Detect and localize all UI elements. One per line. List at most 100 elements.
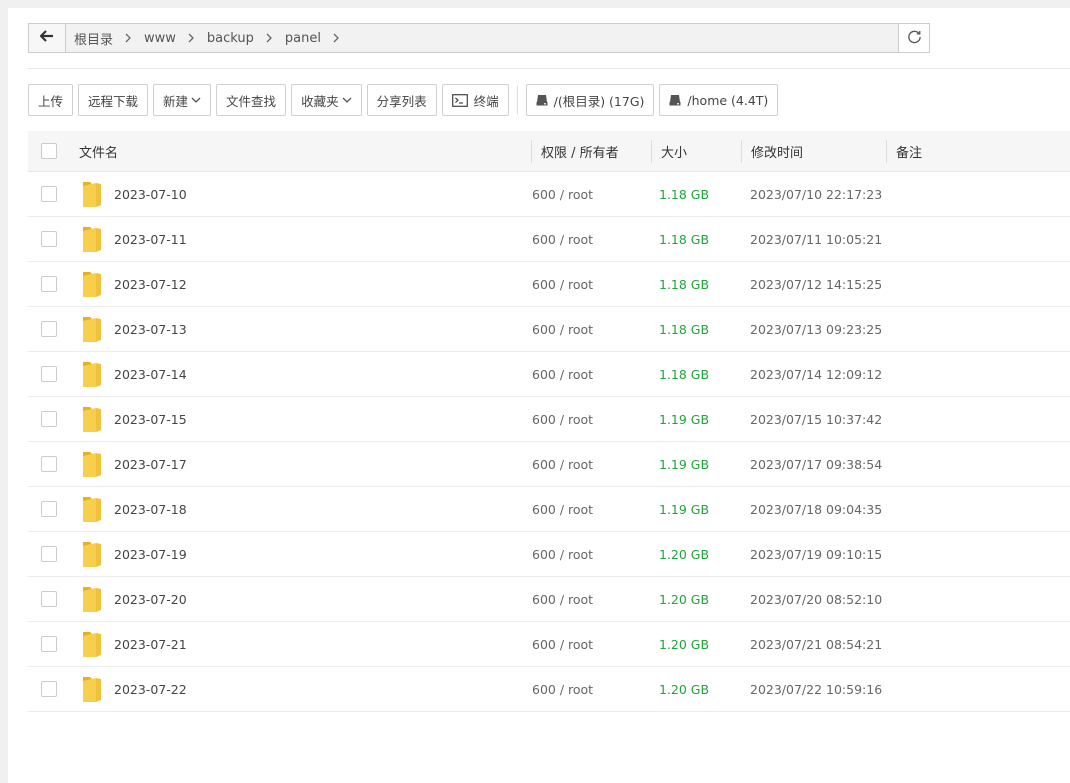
row-checkbox[interactable] [40, 231, 57, 247]
table-row[interactable]: 2023-07-22 600 / root 1.20 GB 2023/07/22 10… [28, 667, 1070, 712]
breadcrumb-item[interactable]: backup [205, 31, 283, 46]
file-name[interactable]: 2023-07-19 [114, 547, 187, 562]
remote-download-button[interactable]: 远程下载 [78, 84, 149, 116]
header-name[interactable]: 文件名 [69, 131, 531, 171]
table-row[interactable]: 2023-07-12 600 / root 1.18 GB 2023/07/12 14… [28, 262, 1070, 307]
new-label: 新建 [163, 93, 189, 109]
perm-cell[interactable]: 600 / root [531, 577, 651, 621]
size-cell: 1.20 GB [651, 532, 741, 576]
table-row[interactable]: 2023-07-15 600 / root 1.19 GB 2023/07/15 10… [28, 397, 1070, 442]
row-checkbox[interactable] [40, 411, 57, 427]
table-row[interactable]: 2023-07-10 600 / root 1.18 GB 2023/07/10 22… [28, 172, 1070, 217]
note-cell[interactable] [886, 262, 1070, 306]
note-cell[interactable] [886, 442, 1070, 486]
note-cell[interactable] [886, 622, 1070, 666]
disk-root-button[interactable]: /(根目录) (17G) [525, 84, 655, 116]
file-name[interactable]: 2023-07-18 [114, 502, 187, 517]
note-cell[interactable] [886, 667, 1070, 711]
file-name[interactable]: 2023-07-22 [114, 682, 187, 697]
perm-cell[interactable]: 600 / root [531, 487, 651, 531]
upload-button[interactable]: 上传 [28, 84, 74, 116]
new-dropdown-button[interactable]: 新建 [153, 84, 212, 116]
row-checkbox[interactable] [40, 591, 57, 607]
disk-home-button[interactable]: /home (4.4T) [659, 84, 779, 116]
row-select-cell [28, 262, 69, 306]
perm-cell[interactable]: 600 / root [531, 397, 651, 441]
row-checkbox[interactable] [40, 366, 57, 382]
note-cell[interactable] [886, 397, 1070, 441]
perm-cell[interactable]: 600 / root [531, 622, 651, 666]
table-row[interactable]: 2023-07-13 600 / root 1.18 GB 2023/07/13 09… [28, 307, 1070, 352]
perm-cell[interactable]: 600 / root [531, 262, 651, 306]
size-cell: 1.18 GB [651, 262, 741, 306]
file-name[interactable]: 2023-07-13 [114, 322, 187, 337]
share-list-button[interactable]: 分享列表 [366, 84, 437, 116]
row-checkbox[interactable] [40, 276, 57, 292]
perm-value: 600 / root [532, 456, 594, 472]
note-cell[interactable] [886, 352, 1070, 396]
file-name[interactable]: 2023-07-20 [114, 592, 187, 607]
table-row[interactable]: 2023-07-14 600 / root 1.18 GB 2023/07/14 12… [28, 352, 1070, 397]
note-cell[interactable] [886, 532, 1070, 576]
terminal-button[interactable]: 终端 [441, 84, 509, 116]
file-name[interactable]: 2023-07-11 [114, 232, 187, 247]
table-row[interactable]: 2023-07-17 600 / root 1.19 GB 2023/07/17 09… [28, 442, 1070, 487]
perm-cell[interactable]: 600 / root [531, 307, 651, 351]
row-select-cell [28, 442, 69, 486]
table-row[interactable]: 2023-07-11 600 / root 1.18 GB 2023/07/11 10… [28, 217, 1070, 262]
select-all-checkbox[interactable] [40, 143, 57, 159]
size-value: 1.20 GB [659, 681, 710, 697]
header-mtime[interactable]: 修改时间 [741, 131, 886, 171]
favorites-dropdown-button[interactable]: 收藏夹 [291, 84, 362, 116]
mtime-value: 2023/07/17 09:38:54 [750, 456, 883, 472]
breadcrumb-item[interactable]: 根目录 [72, 29, 142, 48]
row-checkbox[interactable] [40, 636, 57, 652]
chevron-right-icon [266, 33, 273, 43]
file-name[interactable]: 2023-07-15 [114, 412, 187, 427]
header-note[interactable]: 备注 [886, 131, 1070, 171]
folder-icon [81, 585, 103, 613]
refresh-button[interactable] [898, 24, 929, 52]
perm-cell[interactable]: 600 / root [531, 172, 651, 216]
back-button[interactable] [29, 24, 66, 52]
row-select-cell [28, 532, 69, 576]
folder-icon [81, 495, 103, 523]
arrow-left-icon [39, 30, 54, 46]
table-row[interactable]: 2023-07-19 600 / root 1.20 GB 2023/07/19 09… [28, 532, 1070, 577]
row-checkbox[interactable] [40, 681, 57, 697]
row-checkbox[interactable] [40, 546, 57, 562]
header-perm[interactable]: 权限 / 所有者 [531, 131, 651, 171]
breadcrumb-item[interactable]: www [142, 31, 205, 46]
note-cell[interactable] [886, 172, 1070, 216]
folder-icon [81, 450, 103, 478]
table-row[interactable]: 2023-07-21 600 / root 1.20 GB 2023/07/21 08… [28, 622, 1070, 667]
header-size[interactable]: 大小 [651, 131, 741, 171]
note-cell[interactable] [886, 217, 1070, 261]
file-search-button[interactable]: 文件查找 [216, 84, 287, 116]
note-cell[interactable] [886, 307, 1070, 351]
row-checkbox[interactable] [40, 501, 57, 517]
row-checkbox[interactable] [40, 321, 57, 337]
select-all-cell [28, 131, 69, 171]
perm-cell[interactable]: 600 / root [531, 532, 651, 576]
file-name[interactable]: 2023-07-21 [114, 637, 187, 652]
perm-cell[interactable]: 600 / root [531, 667, 651, 711]
mtime-cell: 2023/07/18 09:04:35 [741, 487, 886, 531]
breadcrumb-item[interactable]: panel [283, 31, 350, 46]
file-name[interactable]: 2023-07-17 [114, 457, 187, 472]
note-cell[interactable] [886, 577, 1070, 621]
perm-cell[interactable]: 600 / root [531, 217, 651, 261]
file-name[interactable]: 2023-07-14 [114, 367, 187, 382]
perm-value: 600 / root [532, 591, 594, 607]
perm-value: 600 / root [532, 501, 594, 517]
perm-cell[interactable]: 600 / root [531, 352, 651, 396]
note-cell[interactable] [886, 487, 1070, 531]
size-value: 1.19 GB [659, 456, 710, 472]
file-name[interactable]: 2023-07-12 [114, 277, 187, 292]
row-checkbox[interactable] [40, 456, 57, 472]
table-row[interactable]: 2023-07-18 600 / root 1.19 GB 2023/07/18 09… [28, 487, 1070, 532]
perm-cell[interactable]: 600 / root [531, 442, 651, 486]
file-name[interactable]: 2023-07-10 [114, 187, 187, 202]
table-row[interactable]: 2023-07-20 600 / root 1.20 GB 2023/07/20 08… [28, 577, 1070, 622]
row-checkbox[interactable] [40, 186, 57, 202]
